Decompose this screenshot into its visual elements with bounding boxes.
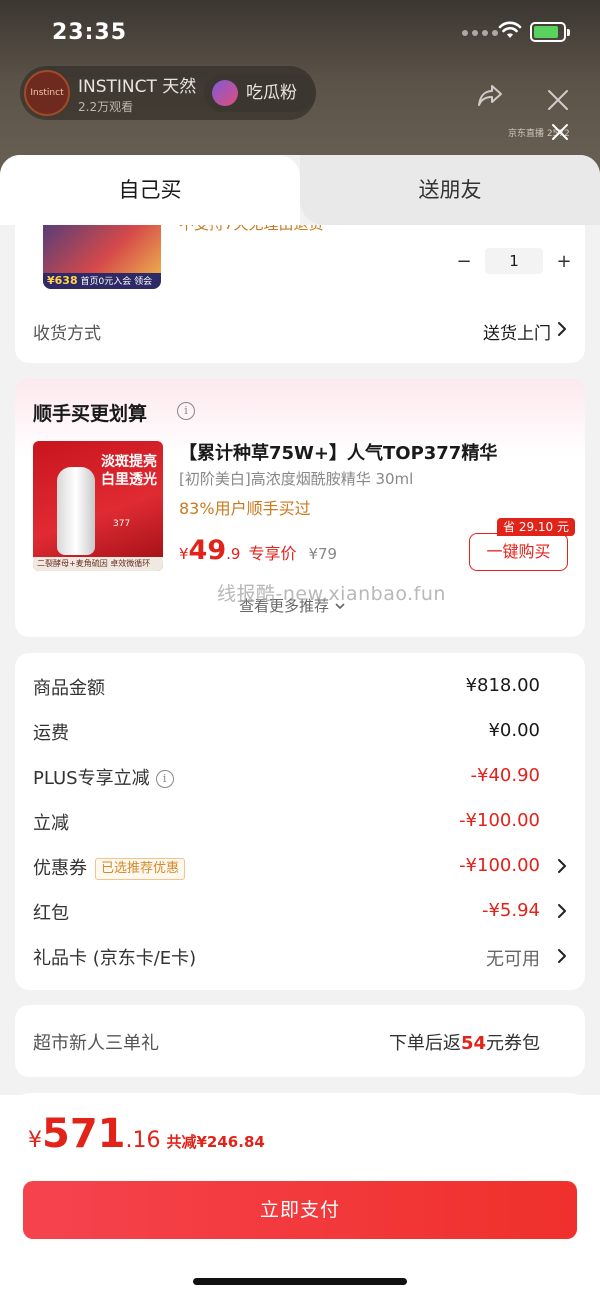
info-icon[interactable]: i bbox=[171, 401, 195, 420]
row-shipping-fee: 运费 ¥0.00 bbox=[33, 720, 540, 744]
row-goods-amount: 商品金额 ¥818.00 bbox=[33, 675, 540, 699]
tab-buy-self[interactable]: 自己买 bbox=[0, 155, 300, 225]
close-live-icon[interactable] bbox=[546, 88, 570, 112]
original-price: ¥79 bbox=[308, 545, 338, 563]
new-user-gift-card[interactable]: 超市新人三单礼 下单后返54元券包 bbox=[15, 1005, 585, 1077]
battery-icon bbox=[530, 22, 570, 42]
quantity-value[interactable]: 1 bbox=[485, 248, 543, 274]
serum-bottle-image bbox=[57, 467, 95, 555]
shipping-label: 收货方式 bbox=[33, 324, 101, 344]
gift-label: 超市新人三单礼 bbox=[33, 1033, 159, 1054]
total-price: ¥571.16 共减¥246.84 bbox=[28, 1111, 265, 1157]
image-footer: 二裂酵母+麦角硫因 卓效微循环 bbox=[33, 557, 163, 571]
product-card: ¥638 首页0元入会 领会员专享券 不支持7天无理由退货 − 1 + 收货方式… bbox=[15, 215, 585, 363]
decrease-button[interactable]: − bbox=[451, 251, 477, 272]
row-red-packet[interactable]: 红包 -¥5.94 bbox=[15, 896, 585, 926]
row-instant-discount: 立减 -¥100.00 bbox=[33, 810, 540, 834]
fan-club-button[interactable]: 吃瓜粉 bbox=[204, 74, 316, 112]
chevron-right-icon[interactable] bbox=[557, 321, 567, 337]
increase-button[interactable]: + bbox=[551, 251, 577, 272]
share-icon[interactable] bbox=[476, 82, 504, 108]
watermark: 线报酷-new.xianbao.fun bbox=[217, 583, 446, 605]
one-click-buy-button[interactable]: 一键购买 bbox=[469, 533, 568, 571]
product-thumbnail[interactable]: ¥638 首页0元入会 领会员专享券 bbox=[43, 215, 161, 289]
thumbnail-price-tag: ¥638 首页0元入会 领会员专享券 bbox=[43, 273, 161, 289]
tab-send-friend[interactable]: 送朋友 bbox=[300, 155, 600, 225]
view-count: 2.2万观看 bbox=[78, 100, 134, 114]
chevron-right-icon[interactable] bbox=[557, 858, 567, 874]
status-time: 23:35 bbox=[52, 20, 128, 45]
chevron-right-icon[interactable] bbox=[557, 903, 567, 919]
info-icon[interactable]: i bbox=[155, 770, 174, 788]
coupon-tag: 已选推荐优惠 bbox=[95, 858, 186, 880]
recommended-product-subtitle: [初阶美白]高浓度烟酰胺精华 30ml bbox=[179, 470, 414, 488]
pay-now-button[interactable]: 立即支付 bbox=[23, 1181, 577, 1239]
status-bar: 23:35 bbox=[0, 0, 600, 64]
fan-club-label: 吃瓜粉 bbox=[246, 83, 297, 103]
row-plus-discount: PLUS专享立减 i -¥40.90 bbox=[33, 765, 540, 789]
recommended-product-name[interactable]: 【累计种草75W+】人气TOP377精华 bbox=[179, 439, 497, 465]
recommended-product-image[interactable]: 淡斑提亮 白里透光 377 二裂酵母+麦角硫因 卓效微循环 bbox=[33, 441, 163, 571]
price-breakdown-card: 商品金额 ¥818.00 运费 ¥0.00 PLUS专享立减 i -¥40.90 … bbox=[15, 653, 585, 990]
close-sheet-icon[interactable] bbox=[550, 122, 570, 142]
host-avatar[interactable]: Instinct bbox=[24, 70, 70, 116]
fan-badge-icon bbox=[212, 80, 238, 106]
home-indicator[interactable] bbox=[193, 1278, 407, 1285]
row-coupon[interactable]: 优惠券 已选推荐优惠 -¥100.00 bbox=[15, 851, 585, 881]
gift-value: 下单后返54元券包 bbox=[388, 1033, 540, 1054]
signal-icon bbox=[462, 30, 498, 36]
image-headline: 淡斑提亮 白里透光 bbox=[101, 454, 157, 488]
live-host-bar[interactable]: Instinct INSTINCT 天然 2.2万观看 吃瓜粉 bbox=[20, 66, 316, 120]
shipping-value[interactable]: 送货上门 bbox=[483, 319, 551, 344]
host-name: INSTINCT 天然 bbox=[78, 77, 197, 97]
purchase-mode-tabs: 送朋友 自己买 bbox=[0, 155, 600, 225]
recommendation-card: 顺手买更划算 i 淡斑提亮 白里透光 377 二裂酵母+麦角硫因 卓效微循环 【… bbox=[15, 379, 585, 637]
quantity-stepper[interactable]: − 1 + bbox=[451, 248, 577, 274]
row-gift-card[interactable]: 礼品卡 (京东卡/E卡) 无可用 bbox=[15, 941, 585, 971]
chevron-right-icon[interactable] bbox=[557, 948, 567, 964]
checkout-footer: ¥571.16 共减¥246.84 立即支付 bbox=[0, 1095, 600, 1298]
wifi-icon bbox=[498, 21, 522, 38]
total-savings: 共减¥246.84 bbox=[166, 1133, 265, 1151]
repurchase-stat: 83%用户顺手买过 bbox=[179, 499, 311, 518]
recommendation-title: 顺手买更划算 bbox=[33, 403, 148, 425]
recommended-price: ¥49.9 专享价 ¥79 bbox=[179, 535, 338, 566]
image-number: 377 bbox=[113, 519, 131, 529]
